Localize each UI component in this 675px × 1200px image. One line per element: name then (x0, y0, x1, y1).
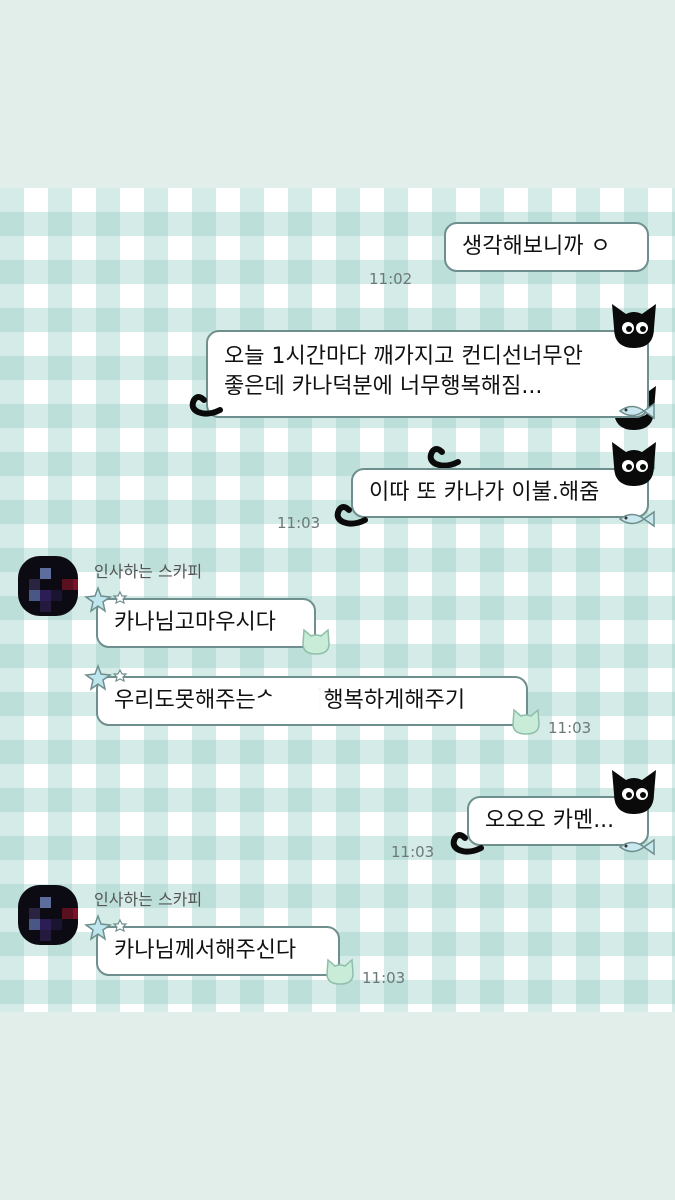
message-text: 생각해보니까 ㅇ (462, 234, 611, 259)
message-time: 11:03 (277, 514, 321, 532)
cat-tail-icon (427, 446, 461, 469)
sender-name: 인사하는 스카피 (94, 890, 203, 909)
message-bubble[interactable]: 카나님께서해주신다 (96, 926, 340, 976)
mint-cat-icon (512, 708, 540, 735)
cat-tail-icon (450, 832, 484, 855)
message-bubble[interactable]: 생각해보니까 ㅇ (444, 222, 649, 272)
black-cat-peek-icon (612, 770, 656, 814)
fish-icon (618, 838, 655, 856)
message-time: 11:03 (362, 969, 406, 987)
message-text: 이따 또 카나가 이불.해줌 (369, 480, 600, 505)
message-text-line: 좋은데 카나덕분에 너무행복해짐... (224, 374, 543, 399)
message-text: 오오오 카멘... (485, 808, 615, 833)
blurred-region (280, 686, 324, 718)
cat-tail-icon (334, 504, 368, 527)
black-cat-peek-icon (612, 304, 656, 348)
star-icon (84, 664, 128, 691)
message-time: 11:02 (369, 270, 413, 288)
message-text: 카나님께서해주신다 (114, 938, 297, 963)
fish-icon (618, 402, 655, 420)
message-text: 카나님고마우시다 (114, 610, 276, 635)
chat-area[interactable]: 생각해보니까 ㅇ 11:02 오늘 1시간마다 깨가지고 컨디선너무안 좋은데 … (0, 188, 675, 1012)
star-icon (84, 586, 128, 613)
message-text-line: 오늘 1시간마다 깨가지고 컨디선너무안 (224, 344, 583, 369)
black-cat-peek-icon (612, 442, 656, 486)
fish-icon (618, 510, 655, 528)
message-time: 11:03 (391, 843, 435, 861)
star-icon (84, 914, 128, 941)
message-bubble[interactable]: 이따 또 카나가 이불.해줌 (351, 468, 649, 518)
sender-name: 인사하는 스카피 (94, 562, 203, 581)
mint-cat-icon (326, 958, 354, 985)
cat-tail-icon (189, 394, 223, 417)
avatar[interactable] (18, 556, 78, 616)
avatar[interactable] (18, 885, 78, 945)
message-time: 11:03 (548, 719, 592, 737)
mint-cat-icon (302, 628, 330, 655)
message-bubble[interactable]: 오늘 1시간마다 깨가지고 컨디선너무안 좋은데 카나덕분에 너무행복해짐... (206, 330, 649, 418)
